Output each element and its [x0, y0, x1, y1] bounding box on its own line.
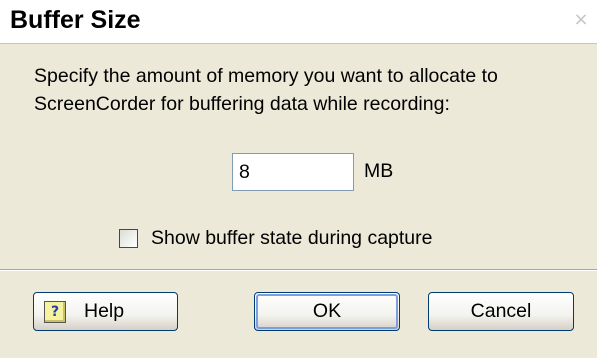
description-line-1: Specify the amount of memory you want to…	[34, 65, 498, 87]
close-icon[interactable]: ×	[571, 10, 591, 30]
description-line-2: ScreenCorder for buffering data while re…	[34, 93, 450, 115]
ok-button[interactable]: OK	[254, 292, 400, 331]
buffer-size-input[interactable]	[232, 153, 354, 191]
separator	[0, 269, 597, 271]
show-buffer-state-checkbox[interactable]	[119, 228, 138, 248]
help-button-label: Help	[84, 300, 125, 322]
cancel-button-label: Cancel	[470, 300, 532, 322]
ok-button-label: OK	[312, 300, 342, 322]
help-button[interactable]: ? Help	[33, 292, 178, 331]
help-icon: ?	[44, 300, 66, 323]
title-bar: Buffer Size ×	[0, 0, 597, 44]
show-buffer-state-option[interactable]: Show buffer state during capture	[119, 224, 432, 252]
unit-label: MB	[364, 160, 394, 182]
cancel-button[interactable]: Cancel	[428, 292, 574, 331]
show-buffer-state-label[interactable]: Show buffer state during capture	[151, 227, 432, 250]
buffer-size-dialog: Buffer Size × Specify the amount of memo…	[0, 0, 597, 358]
description-text: Specify the amount of memory you want to…	[34, 62, 554, 118]
dialog-title: Buffer Size	[10, 6, 141, 34]
